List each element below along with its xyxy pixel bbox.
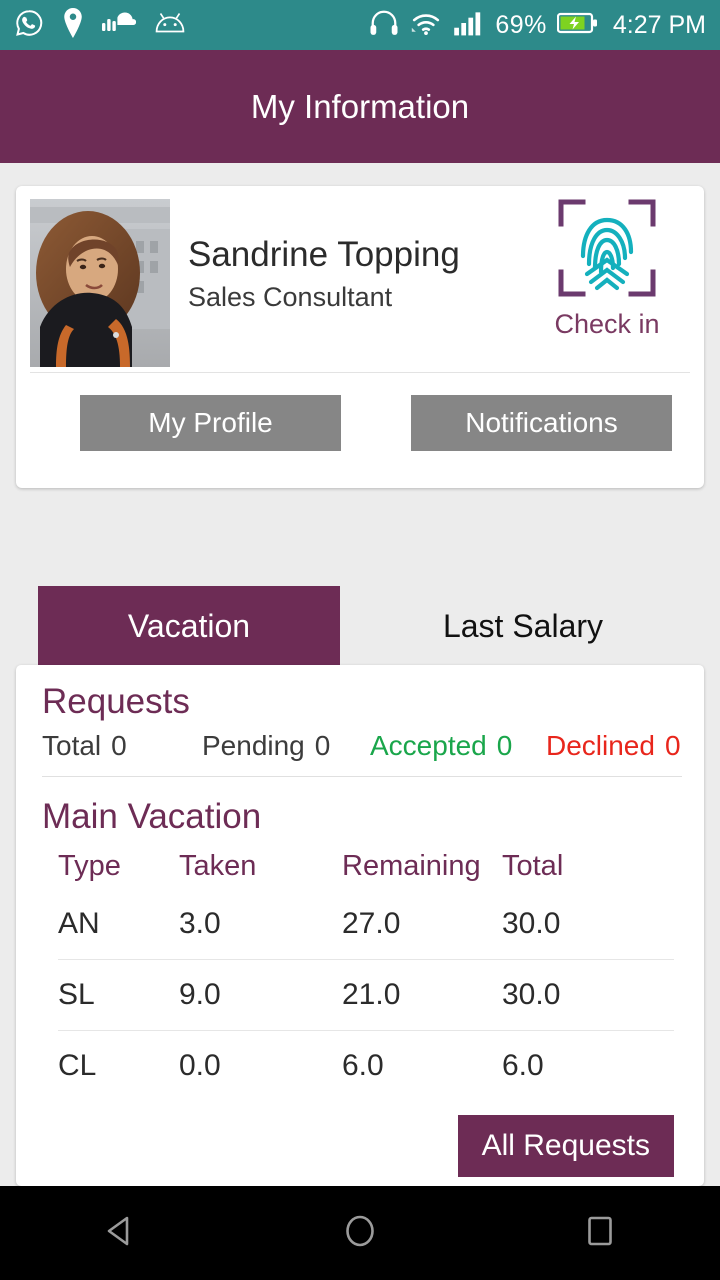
table-row: AN 3.0 27.0 30.0 bbox=[16, 889, 704, 959]
back-triangle-icon bbox=[99, 1210, 141, 1257]
column-header-type: Type bbox=[58, 849, 121, 882]
column-header-taken: Taken bbox=[179, 849, 257, 882]
recents-square-icon bbox=[579, 1210, 621, 1257]
my-profile-button[interactable]: My Profile bbox=[80, 395, 341, 451]
status-bar-right-icons: 69% 4:27 PM bbox=[369, 9, 706, 42]
cell-type: AN bbox=[58, 907, 100, 940]
wifi-icon bbox=[409, 10, 443, 41]
stat-declined-label: Declined bbox=[546, 730, 655, 761]
main-vacation-title: Main Vacation bbox=[42, 797, 262, 836]
vacation-table: Type Taken Remaining Total AN 3.0 27.0 3… bbox=[16, 837, 704, 1101]
cell-total: 6.0 bbox=[502, 1049, 544, 1082]
soundcloud-icon bbox=[102, 12, 137, 39]
status-bar: 69% 4:27 PM bbox=[0, 0, 720, 50]
stat-total: Total 0 bbox=[42, 730, 202, 762]
stat-pending-value: 0 bbox=[314, 730, 331, 761]
profile-role: Sales Consultant bbox=[188, 281, 393, 312]
stat-accepted: Accepted 0 bbox=[370, 730, 546, 762]
clock-label: 4:27 PM bbox=[612, 10, 706, 39]
cell-taken: 9.0 bbox=[179, 978, 221, 1011]
table-header-row: Type Taken Remaining Total bbox=[16, 837, 704, 889]
stat-pending: Pending 0 bbox=[202, 730, 370, 762]
home-button[interactable] bbox=[300, 1186, 420, 1280]
cell-taken: 3.0 bbox=[179, 907, 221, 940]
tab-bar: Vacation Last Salary bbox=[38, 586, 706, 666]
stat-declined-value: 0 bbox=[664, 730, 681, 761]
app-bar: My Information bbox=[0, 50, 720, 163]
cell-type: CL bbox=[58, 1049, 97, 1082]
profile-header: Sandrine Topping Sales Consultant Check … bbox=[16, 186, 704, 372]
cell-remaining: 21.0 bbox=[342, 978, 401, 1011]
cell-total: 30.0 bbox=[502, 907, 561, 940]
notifications-button[interactable]: Notifications bbox=[411, 395, 672, 451]
requests-title: Requests bbox=[42, 682, 190, 721]
all-requests-row: All Requests bbox=[16, 1101, 704, 1177]
stat-accepted-label: Accepted bbox=[370, 730, 487, 761]
tab-vacation[interactable]: Vacation bbox=[38, 586, 340, 666]
avatar bbox=[30, 199, 170, 367]
stat-accepted-value: 0 bbox=[496, 730, 513, 761]
status-bar-left-icons bbox=[14, 7, 186, 43]
column-header-remaining: Remaining bbox=[342, 849, 481, 882]
profile-actions: My Profile Notifications bbox=[16, 373, 704, 451]
cell-total: 30.0 bbox=[502, 978, 561, 1011]
tab-last-salary[interactable]: Last Salary bbox=[340, 586, 706, 666]
back-button[interactable] bbox=[60, 1186, 180, 1280]
all-requests-button[interactable]: All Requests bbox=[457, 1115, 674, 1177]
stat-declined: Declined 0 bbox=[546, 730, 681, 762]
android-icon bbox=[154, 12, 186, 39]
android-navigation-bar bbox=[0, 1186, 720, 1280]
headphones-icon bbox=[369, 9, 399, 42]
page-title: My Information bbox=[250, 87, 470, 125]
cell-type: SL bbox=[58, 978, 95, 1011]
vacation-panel: Requests Total 0 Pending 0 Accepted 0 De… bbox=[16, 665, 704, 1186]
stat-pending-label: Pending bbox=[202, 730, 305, 761]
profile-identity: Sandrine Topping Sales Consultant bbox=[188, 199, 460, 313]
requests-stats: Total 0 Pending 0 Accepted 0 Declined 0 bbox=[16, 722, 704, 762]
cell-remaining: 27.0 bbox=[342, 907, 401, 940]
profile-name: Sandrine Topping bbox=[188, 235, 460, 274]
whatsapp-icon bbox=[14, 8, 44, 43]
battery-charging-icon bbox=[556, 11, 599, 40]
recents-button[interactable] bbox=[540, 1186, 660, 1280]
home-circle-icon bbox=[339, 1210, 381, 1257]
signal-bars-icon bbox=[453, 10, 485, 41]
fingerprint-scan-icon bbox=[553, 199, 661, 306]
table-row: CL 0.0 6.0 6.0 bbox=[16, 1031, 704, 1101]
location-pin-icon bbox=[62, 7, 84, 43]
profile-card: Sandrine Topping Sales Consultant Check … bbox=[16, 186, 704, 488]
stat-total-label: Total bbox=[42, 730, 102, 761]
table-row: SL 9.0 21.0 30.0 bbox=[16, 960, 704, 1030]
cell-taken: 0.0 bbox=[179, 1049, 221, 1082]
cell-remaining: 6.0 bbox=[342, 1049, 384, 1082]
check-in-button[interactable]: Check in bbox=[542, 194, 672, 340]
stat-total-value: 0 bbox=[111, 730, 127, 761]
column-header-total: Total bbox=[502, 849, 564, 882]
battery-percent-label: 69% bbox=[495, 10, 547, 39]
check-in-label: Check in bbox=[554, 309, 660, 339]
